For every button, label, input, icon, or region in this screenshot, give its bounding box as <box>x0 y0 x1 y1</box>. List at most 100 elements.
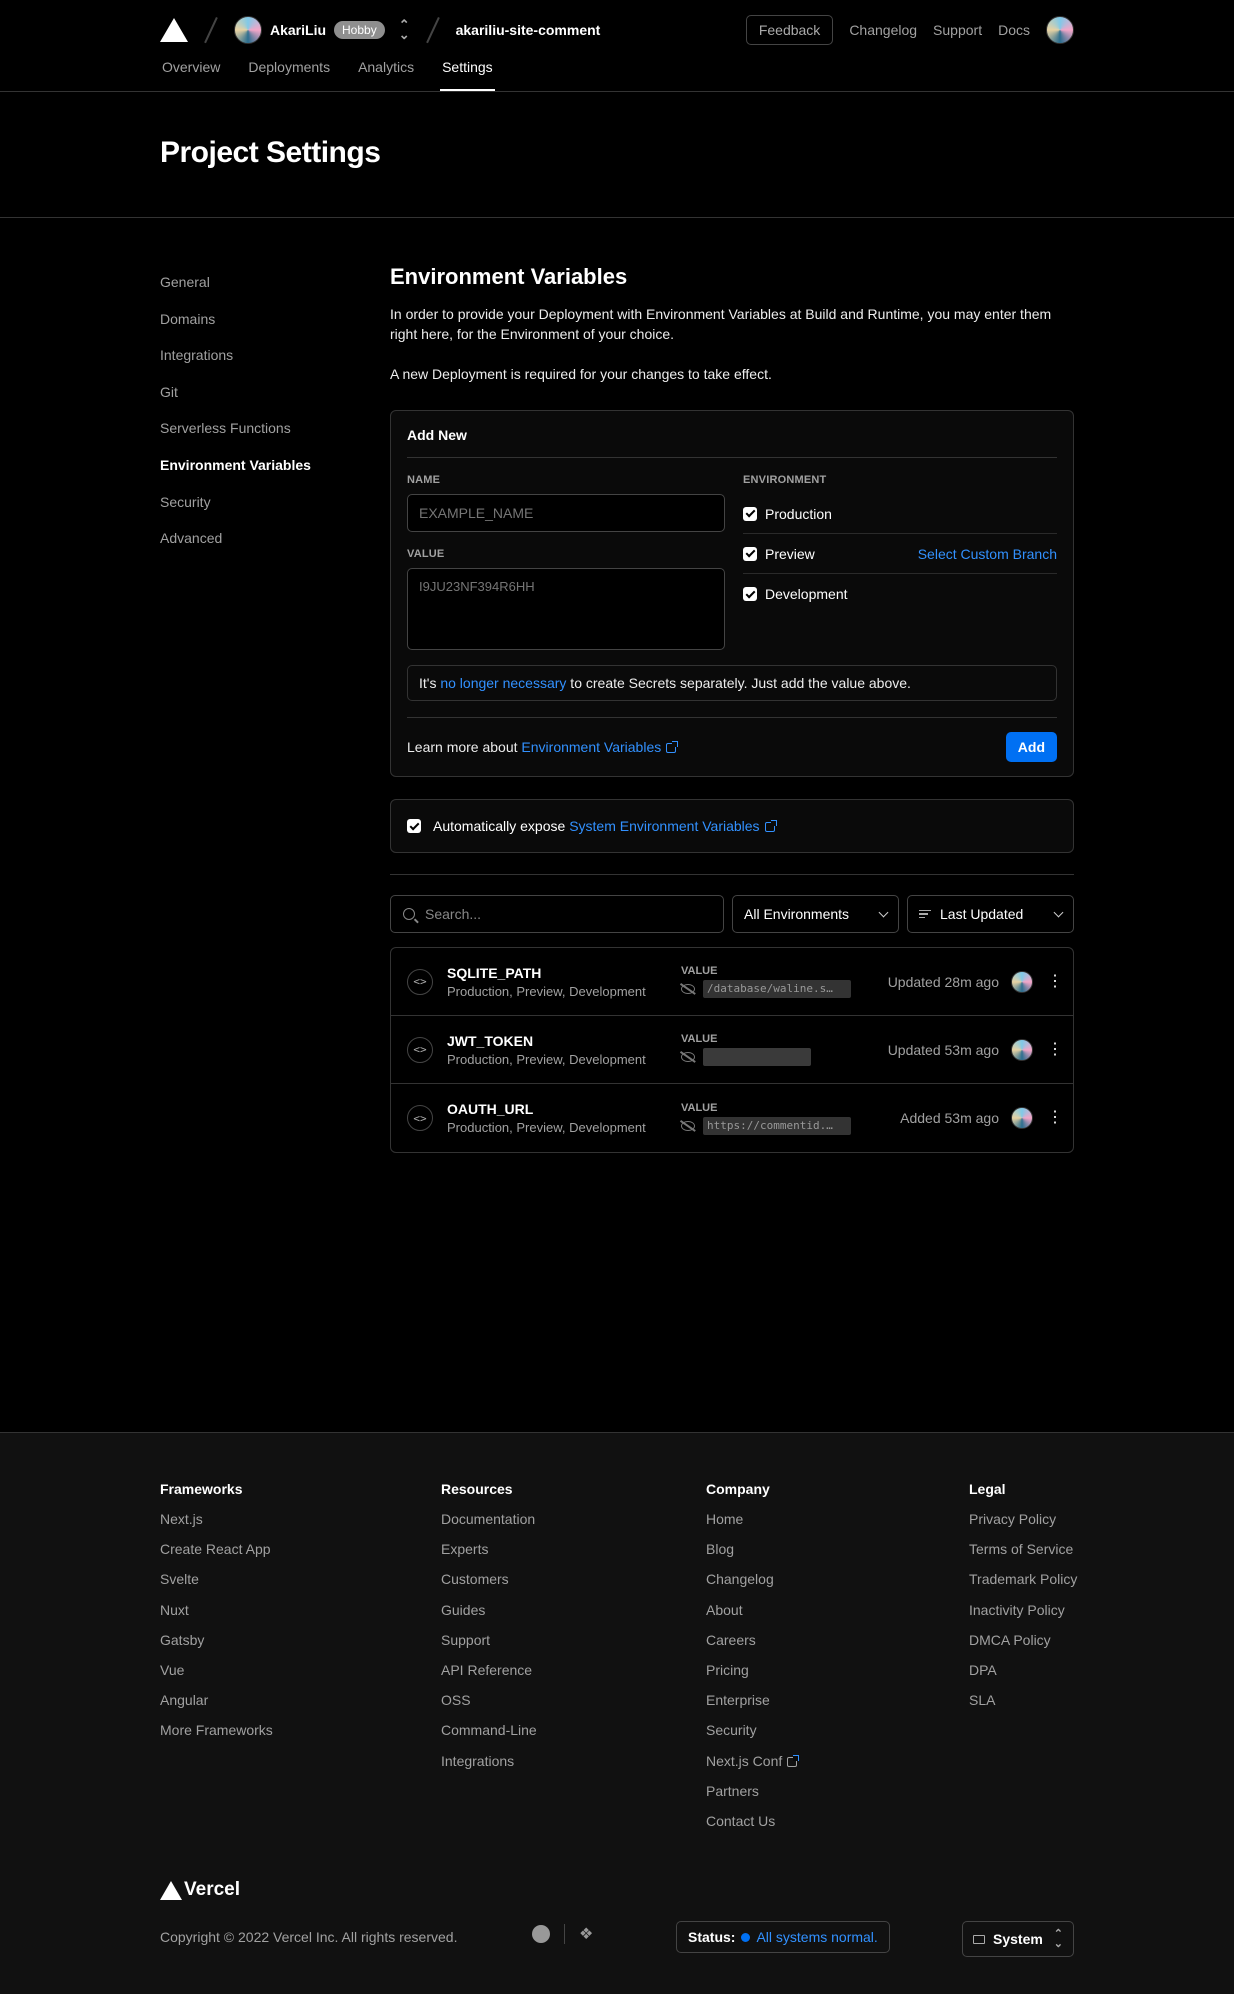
env-var-row[interactable]: <> SQLITE_PATH Production, Preview, Deve… <box>391 948 1073 1016</box>
footer-link[interactable]: Support <box>441 1630 537 1660</box>
footer-link[interactable]: Pricing <box>706 1660 797 1690</box>
footer-link[interactable]: Security <box>706 1720 797 1750</box>
tab-overview[interactable]: Overview <box>160 59 222 91</box>
footer-link[interactable]: OSS <box>441 1690 537 1720</box>
support-link[interactable]: Support <box>933 22 982 38</box>
chevron-updown-icon[interactable]: ⌃ ⌄ <box>399 18 410 41</box>
more-options-icon[interactable]: ⋮ <box>1047 973 1063 990</box>
footer-link[interactable]: Next.js Conf <box>706 1751 800 1781</box>
project-name[interactable]: akariliu-site-comment <box>456 22 601 38</box>
footer-link[interactable]: SLA <box>969 1690 1077 1720</box>
eye-off-icon[interactable] <box>681 984 695 994</box>
footer-link[interactable]: Careers <box>706 1630 797 1660</box>
footer-link[interactable]: Gatsby <box>160 1630 273 1660</box>
more-options-icon[interactable]: ⋮ <box>1047 1110 1063 1126</box>
footer-link[interactable]: Contact Us <box>706 1811 797 1841</box>
footer-link[interactable]: Command-Line <box>441 1720 537 1750</box>
footer-link[interactable]: Guides <box>441 1600 537 1630</box>
more-options-icon[interactable]: ⋮ <box>1047 1041 1063 1058</box>
search-field[interactable]: Search... <box>390 895 724 933</box>
preview-label: Preview <box>765 545 815 562</box>
env-var-row[interactable]: <> OAUTH_URL Production, Preview, Develo… <box>391 1084 1073 1152</box>
footer-link[interactable]: Create React App <box>160 1539 273 1569</box>
footer-link[interactable]: Next.js <box>160 1509 273 1539</box>
footer-link[interactable]: Experts <box>441 1539 537 1569</box>
search-placeholder: Search... <box>425 906 482 922</box>
tab-analytics[interactable]: Analytics <box>356 59 416 91</box>
user-avatar[interactable] <box>1046 16 1074 44</box>
sidebar-item-advanced[interactable]: Advanced <box>160 528 360 565</box>
footer-link[interactable]: Privacy Policy <box>969 1509 1077 1539</box>
sidebar-item-security[interactable]: Security <box>160 492 360 529</box>
twitter-icon[interactable]: ❖ <box>579 1924 593 1944</box>
sort-icon <box>919 909 931 919</box>
footer-link[interactable]: Svelte <box>160 1569 273 1599</box>
sidebar-item-general[interactable]: General <box>160 272 360 309</box>
team-name: AkariLiu <box>270 22 327 38</box>
sidebar-item-environment-variables[interactable]: Environment Variables <box>160 455 360 492</box>
feedback-button[interactable]: Feedback <box>745 15 834 45</box>
external-link-icon <box>764 820 777 832</box>
env-preview-row[interactable]: Preview Select Custom Branch <box>743 534 1057 574</box>
tab-deployments[interactable]: Deployments <box>246 59 332 91</box>
add-button[interactable]: Add <box>1005 732 1057 762</box>
footer-link[interactable]: Terms of Service <box>969 1539 1077 1569</box>
footer-link[interactable]: Angular <box>160 1690 273 1720</box>
footer-link[interactable]: Inactivity Policy <box>969 1600 1077 1630</box>
env-production-row[interactable]: Production <box>743 494 1057 534</box>
sidebar-item-git[interactable]: Git <box>160 382 360 419</box>
tab-settings[interactable]: Settings <box>440 59 495 91</box>
theme-switcher[interactable]: System ⌃ ⌄ <box>962 1921 1074 1957</box>
footer-link[interactable]: API Reference <box>441 1660 537 1690</box>
github-icon[interactable] <box>532 1925 550 1943</box>
select-custom-branch-link[interactable]: Select Custom Branch <box>918 546 1057 562</box>
value-input[interactable] <box>407 568 725 650</box>
footer-link[interactable]: More Frameworks <box>160 1720 273 1750</box>
sidebar-item-integrations[interactable]: Integrations <box>160 345 360 382</box>
eye-off-icon[interactable] <box>681 1052 695 1062</box>
footer-link[interactable]: Vue <box>160 1660 273 1690</box>
docs-link[interactable]: Docs <box>998 22 1030 38</box>
env-development-row[interactable]: Development <box>743 574 1057 614</box>
development-checkbox[interactable] <box>743 587 757 601</box>
footer-brand-logo[interactable]: Vercel <box>160 1879 240 1901</box>
env-vars-docs-link[interactable]: Environment Variables <box>521 739 679 755</box>
footer-link[interactable]: Blog <box>706 1539 797 1569</box>
footer-link[interactable]: Partners <box>706 1781 797 1811</box>
system-env-vars-link[interactable]: System Environment Variables <box>569 818 777 834</box>
footer-link[interactable]: Enterprise <box>706 1690 797 1720</box>
environment-filter-select[interactable]: All Environments <box>732 895 899 933</box>
team-switcher[interactable]: AkariLiu Hobby ⌃ ⌄ <box>234 16 410 44</box>
name-input[interactable] <box>407 494 725 532</box>
eye-off-icon[interactable] <box>681 1120 695 1131</box>
footer-link[interactable]: Customers <box>441 1569 537 1599</box>
vercel-logo-icon[interactable] <box>160 18 188 42</box>
footer-link[interactable]: Trademark Policy <box>969 1569 1077 1599</box>
name-label: NAME <box>407 474 441 486</box>
footer-link[interactable]: Nuxt <box>160 1600 273 1630</box>
section-description: In order to provide your Deployment with… <box>390 306 1052 342</box>
preview-checkbox[interactable] <box>743 546 757 561</box>
footer-column-title: Legal <box>969 1481 1006 1497</box>
footer-column-company: Company Home Blog Changelog About Career… <box>706 1481 800 1841</box>
env-var-row[interactable]: <> JWT_TOKEN Production, Preview, Develo… <box>391 1016 1073 1084</box>
auto-expose-checkbox[interactable] <box>407 819 421 833</box>
sidebar-item-domains[interactable]: Domains <box>160 309 360 346</box>
footer-link[interactable]: Documentation <box>441 1509 537 1539</box>
status-indicator[interactable]: Status: All systems normal. <box>676 1921 890 1953</box>
footer-link[interactable]: Integrations <box>441 1751 537 1781</box>
brand-name: Vercel <box>184 1879 240 1900</box>
changelog-link[interactable]: Changelog <box>849 22 917 38</box>
footer-link[interactable]: About <box>706 1600 797 1630</box>
footer-link[interactable]: DPA <box>969 1660 1077 1690</box>
sort-select[interactable]: Last Updated <box>907 895 1074 933</box>
production-checkbox[interactable] <box>743 506 757 521</box>
development-label: Development <box>765 586 848 602</box>
secrets-note-text: It's <box>419 675 441 691</box>
footer-link[interactable]: DMCA Policy <box>969 1630 1077 1660</box>
env-var-list: <> SQLITE_PATH Production, Preview, Deve… <box>390 947 1074 1153</box>
no-longer-necessary-link[interactable]: no longer necessary <box>440 675 566 691</box>
footer-link[interactable]: Changelog <box>706 1569 797 1599</box>
sidebar-item-serverless-functions[interactable]: Serverless Functions <box>160 418 360 455</box>
footer-link[interactable]: Home <box>706 1509 797 1539</box>
